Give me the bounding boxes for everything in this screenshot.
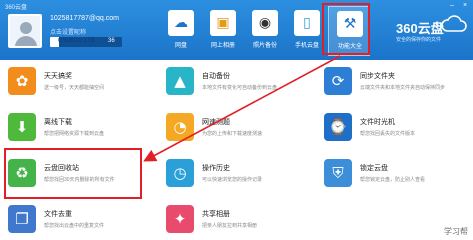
tile-desc: 帮您把网络资源下载到云盘 [44,131,105,137]
shield-icon: ⛨ [324,159,352,187]
tile-title: 文件去重 [44,211,72,218]
nav-cloud-drive[interactable]: ☁ 网盘 [160,6,202,56]
tile-desc: 送一级号，天天都能抽空间 [44,85,105,91]
tile-offline-download[interactable]: ⬇ 离线下载 帮您把网络资源下载到云盘 [0,108,157,153]
sync-icon: ⟳ [324,67,352,95]
tile-dedupe-files[interactable]: ❐ 文件去重 帮您找出云盘中的重复文件 [0,200,157,240]
phone-icon: ▯ [294,10,320,36]
nav-label: 照片备份 [252,43,277,49]
nav-label: 网上相册 [210,43,235,49]
tile-desc: 帮您锁定云盘，防止别人查看 [360,177,426,183]
user-email: 1025817787@qq.com [50,15,119,22]
tile-title: 网速测题 [202,119,230,126]
files-icon: ❐ [8,205,36,233]
nav-web-album[interactable]: ▣ 网上相册 [202,6,244,56]
tile-title: 锁定云盘 [360,165,388,172]
tile-operation-history[interactable]: ◷ 操作历史 可以快速浏览您的操作记录 [158,154,315,199]
tile-title: 共享相册 [202,211,230,218]
tile-desc: 云端文件夹和本地文件夹自动保持同步 [360,85,446,91]
storage-total-text: 36 [108,38,115,44]
tile-speed-test[interactable]: ◔ 网速测题 为您的上传和下载速度测速 [158,108,315,153]
avatar-head [20,22,32,34]
tile-desc: 帮您找出云盘中的重复文件 [44,223,105,229]
watermark-text: 学习帮 [444,227,468,236]
image-icon: ▣ [210,10,236,36]
set-nickname-link[interactable]: 点击设置昵称 [50,27,86,36]
tile-title: 同步文件夹 [360,73,395,80]
tile-desc: 帮您找回丢失的文件版本 [360,131,416,137]
tile-desc: 帮您找回30天内删除的所有文件 [44,177,115,183]
photo-share-icon: ✦ [166,205,194,233]
time-machine-icon: ⌚ [324,113,352,141]
tile-sync-folder[interactable]: ⟳ 同步文件夹 云端文件夹和本地文件夹自动保持同步 [316,62,473,107]
tile-desc: 可以快速浏览您的操作记录 [202,177,263,183]
nav-label: 手机云盘 [294,43,319,49]
tile-auto-backup[interactable]: ▲ 自动备份 本地文件有变化可自动备份到云盘 [158,62,315,107]
close-button[interactable]: × [461,2,469,10]
clock-icon: ◷ [166,159,194,187]
tile-title: 文件时光机 [360,119,395,126]
recycle-icon: ♻ [8,159,36,187]
camera-icon: ◉ [252,10,278,36]
upload-icon: ▲ [166,67,194,95]
avatar-body [15,36,37,46]
brand-name: 360云盘 [396,21,444,36]
minimize-button[interactable]: – [448,2,456,10]
tile-lock-drive[interactable]: ⛨ 锁定云盘 帮您锁定云盘，防止别人查看 [316,154,473,199]
cloud-icon: ☁ [168,10,194,36]
avatar[interactable] [8,14,42,48]
tile-title: 离线下载 [44,119,72,126]
tile-title: 天天搞奖 [44,73,72,80]
header-bar: 360云盘 – × 1025817787@qq.com 点击设置昵称 0.50B… [0,0,473,60]
nav-label: 网盘 [174,43,187,49]
tile-recycle-bin[interactable]: ♻ 云盘回收站 帮您找回30天内删除的所有文件 [0,154,157,199]
toolbox-icon: ⚒ [337,11,363,37]
tile-daily-lottery[interactable]: ✿ 天天搞奖 送一级号，天天都能抽空间 [0,62,157,107]
feature-grid: ✿ 天天搞奖 送一级号，天天都能抽空间 ▲ 自动备份 本地文件有变化可自动备份到… [0,60,473,240]
tile-title: 云盘回收站 [44,165,79,172]
tile-desc: 把亲人朋友拉到共享相册 [202,223,258,229]
tile-title: 操作历史 [202,165,230,172]
app-title: 360云盘 [5,5,28,11]
tile-desc: 本地文件有变化可自动备份到云盘 [202,85,278,91]
window-controls: – × [448,2,469,10]
main-nav: ☁ 网盘 ▣ 网上相册 ◉ 照片备份 ▯ 手机云盘 ⚒ 功能大全 [160,6,370,56]
tile-time-machine[interactable]: ⌚ 文件时光机 帮您找回丢失的文件版本 [316,108,473,153]
tile-shared-album[interactable]: ✦ 共享相册 把亲人朋友拉到共享相册 [158,200,315,240]
download-icon: ⬇ [8,113,36,141]
brand-slogan: 安全的保存你的文件 [396,37,442,43]
tile-desc: 为您的上传和下载速度测速 [202,131,263,137]
nav-features[interactable]: ⚒ 功能大全 [328,6,370,56]
storage-usage-text: 0.50B/10.1TB [58,38,95,44]
nav-mobile-drive[interactable]: ▯ 手机云盘 [286,6,328,56]
nav-photo-backup[interactable]: ◉ 照片备份 [244,6,286,56]
gift-icon: ✿ [8,67,36,95]
speedometer-icon: ◔ [166,113,194,141]
nav-label: 功能大全 [337,44,362,50]
tile-title: 自动备份 [202,73,230,80]
cloud-logo-icon [441,15,467,32]
